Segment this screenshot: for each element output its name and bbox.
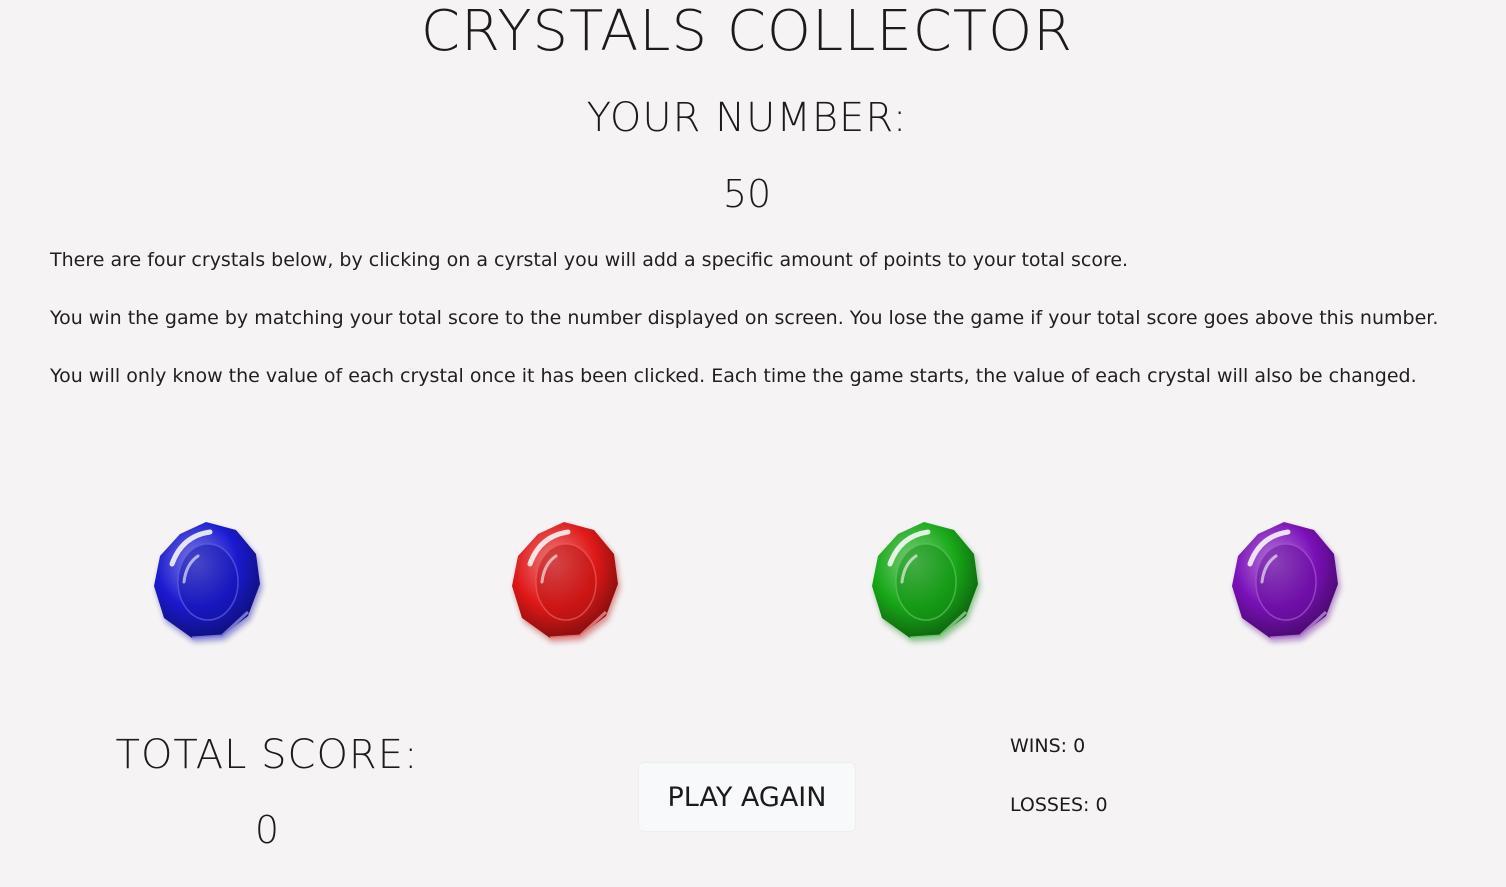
- blue-crystal-icon: [154, 522, 262, 642]
- losses-counter: LOSSES: 0: [1010, 794, 1108, 816]
- red-crystal-button[interactable]: [506, 512, 626, 652]
- purple-crystal-icon: [1232, 522, 1340, 642]
- game-title: CRYSTALS COLLECTOR: [420, 0, 1074, 64]
- red-crystal-icon: [512, 522, 620, 642]
- instruction-paragraph: There are four crystals below, by clicki…: [50, 249, 1129, 271]
- green-crystal-button[interactable]: [866, 512, 986, 652]
- wins-counter: WINS: 0: [1010, 735, 1086, 757]
- total-score-value: 0: [254, 808, 280, 852]
- total-score-label: TOTAL SCORE:: [115, 732, 419, 778]
- blue-crystal-button[interactable]: [148, 512, 268, 652]
- instruction-paragraph: You will only know the value of each cry…: [50, 365, 1417, 387]
- play-again-button[interactable]: PLAY AGAIN: [638, 762, 856, 832]
- instruction-paragraph: You win the game by matching your total …: [50, 307, 1439, 329]
- target-number-value: 50: [722, 172, 772, 216]
- instructions: There are four crystals below, by clicki…: [50, 246, 1450, 420]
- green-crystal-icon: [872, 522, 980, 642]
- target-number-label: YOUR NUMBER:: [586, 95, 908, 141]
- purple-crystal-button[interactable]: [1226, 512, 1346, 652]
